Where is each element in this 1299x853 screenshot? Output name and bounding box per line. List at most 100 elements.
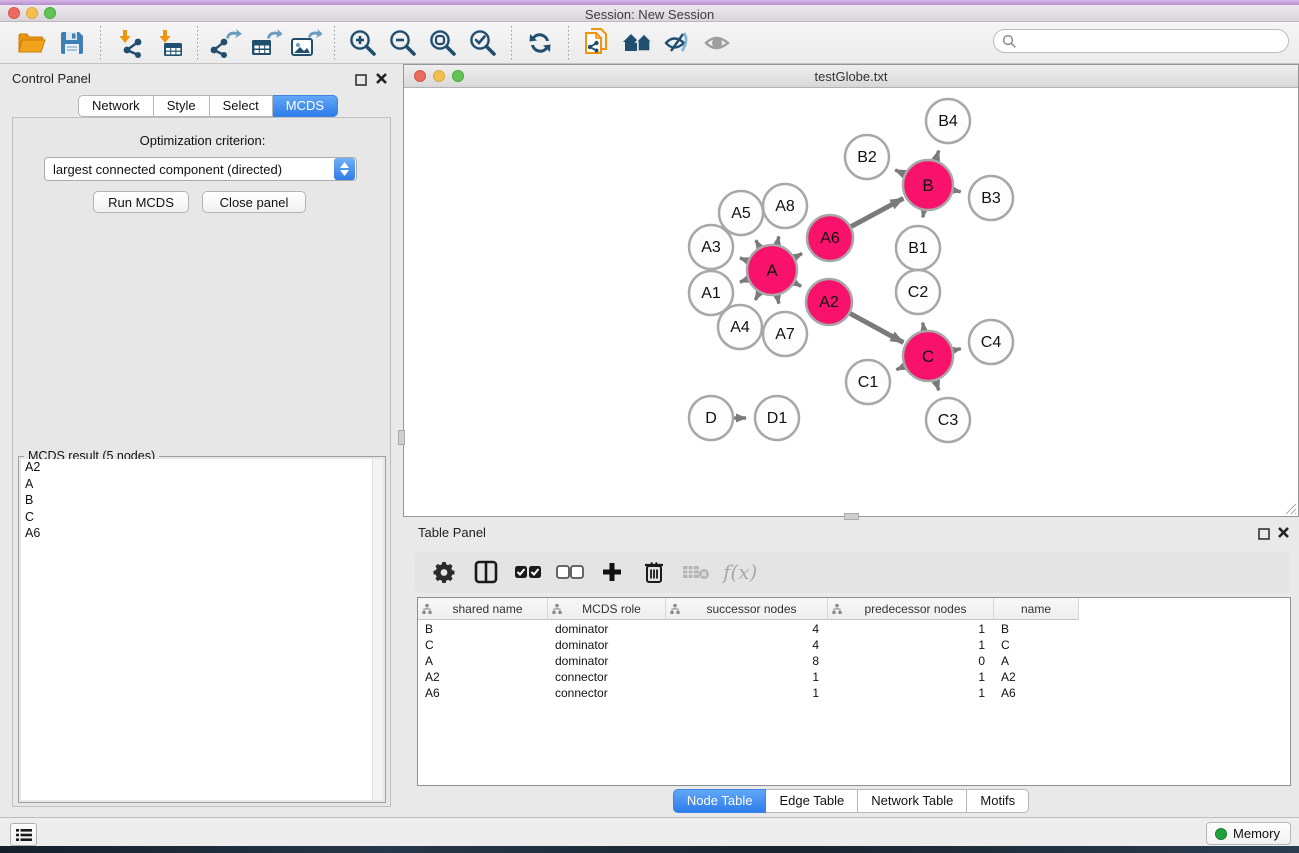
column-header-shared-name[interactable]: shared name <box>418 598 548 620</box>
table-cell[interactable]: connector <box>548 670 666 684</box>
task-history-button[interactable] <box>10 823 37 846</box>
node-B[interactable]: B <box>903 160 953 210</box>
edge-A-A3[interactable] <box>740 258 748 261</box>
edge-A-A7[interactable] <box>777 295 779 303</box>
table-cell[interactable]: 1 <box>666 670 828 684</box>
edge-A-A6[interactable] <box>795 253 802 257</box>
table-cell[interactable]: A6 <box>418 686 548 700</box>
node-D[interactable]: D <box>689 396 733 440</box>
table-cell[interactable]: 0 <box>828 654 994 668</box>
table-cell[interactable]: 4 <box>666 638 828 652</box>
edge-B-B3[interactable] <box>953 190 960 191</box>
open-session-icon[interactable] <box>14 25 50 61</box>
control-panel-float-icon[interactable] <box>355 73 368 86</box>
control-panel-close-icon[interactable] <box>375 72 388 85</box>
result-list-item[interactable]: B <box>21 492 372 509</box>
node-B1[interactable]: B1 <box>896 226 940 270</box>
tab-style[interactable]: Style <box>154 95 210 117</box>
tab-network-table[interactable]: Network Table <box>858 789 967 813</box>
node-B2[interactable]: B2 <box>845 135 889 179</box>
close-panel-button[interactable]: Close panel <box>202 191 306 213</box>
table-cell[interactable]: 4 <box>666 622 828 636</box>
gear-icon[interactable] <box>426 554 462 590</box>
table-cell[interactable]: dominator <box>548 654 666 668</box>
table-panel-float-icon[interactable] <box>1258 527 1271 540</box>
node-A2[interactable]: A2 <box>806 279 852 325</box>
table-cell[interactable]: A2 <box>994 670 1079 684</box>
edge-A6-B[interactable] <box>851 198 903 226</box>
criterion-dropdown[interactable]: largest connected component (directed) <box>44 157 357 181</box>
edge-A-A8[interactable] <box>777 236 779 244</box>
column-header-mcds-role[interactable]: MCDS role <box>548 598 666 620</box>
node-A6[interactable]: A6 <box>807 215 853 261</box>
table-cell[interactable]: A2 <box>418 670 548 684</box>
table-row[interactable]: A2connector11A2 <box>418 669 1290 685</box>
horizontal-splitter-handle[interactable] <box>844 513 859 520</box>
table-cell[interactable]: 1 <box>828 638 994 652</box>
function-builder-icon[interactable]: f(x) <box>717 560 763 584</box>
show-hide-view-icon[interactable] <box>699 25 735 61</box>
run-mcds-button[interactable]: Run MCDS <box>93 191 189 213</box>
columns-icon[interactable] <box>468 554 504 590</box>
import-table-icon[interactable] <box>151 25 187 61</box>
table-cell[interactable]: dominator <box>548 638 666 652</box>
table-cell[interactable]: 1 <box>828 622 994 636</box>
table-cell[interactable]: B <box>418 622 548 636</box>
node-A8[interactable]: A8 <box>763 184 807 228</box>
result-list-item[interactable]: A2 <box>21 459 372 476</box>
table-cell[interactable]: 1 <box>828 686 994 700</box>
edge-B-B1[interactable] <box>923 211 924 218</box>
node-A[interactable]: A <box>747 245 797 295</box>
result-list-item[interactable]: C <box>21 509 372 526</box>
node-A3[interactable]: A3 <box>689 225 733 269</box>
edge-C-C1[interactable] <box>896 366 904 369</box>
table-row[interactable]: A6connector11A6 <box>418 685 1290 701</box>
result-list-item[interactable]: A6 <box>21 525 372 542</box>
edge-B-B2[interactable] <box>895 170 904 174</box>
node-A5[interactable]: A5 <box>719 191 763 235</box>
edge-A-A1[interactable] <box>740 279 748 282</box>
result-list-item[interactable]: A <box>21 476 372 493</box>
zoom-in-icon[interactable] <box>345 25 381 61</box>
delete-icon[interactable] <box>636 554 672 590</box>
resize-grip-icon[interactable] <box>1285 503 1297 515</box>
table-cell[interactable]: 1 <box>828 670 994 684</box>
import-network-icon[interactable] <box>111 25 147 61</box>
select-all-icon[interactable] <box>510 554 546 590</box>
edge-B-B4[interactable] <box>936 151 939 161</box>
search-input[interactable] <box>1017 31 1288 51</box>
network-graph[interactable]: B4B2BB3A5A8A6A3B1AA1C2A2A4A7C4CC1DD1C3 <box>404 88 1298 516</box>
node-table[interactable]: shared nameMCDS rolesuccessor nodesprede… <box>417 597 1291 786</box>
column-header-name[interactable]: name <box>994 598 1079 620</box>
node-C3[interactable]: C3 <box>926 398 970 442</box>
node-B3[interactable]: B3 <box>969 176 1013 220</box>
edge-A2-C[interactable] <box>850 313 903 342</box>
save-session-icon[interactable] <box>54 25 90 61</box>
home-views-icon[interactable] <box>619 25 655 61</box>
node-C1[interactable]: C1 <box>846 360 890 404</box>
table-row[interactable]: Bdominator41B <box>418 621 1290 637</box>
edge-A-A2[interactable] <box>795 283 801 287</box>
zoom-out-icon[interactable] <box>385 25 421 61</box>
network-window-titlebar[interactable]: testGlobe.txt <box>404 65 1298 88</box>
search-field[interactable] <box>993 29 1289 53</box>
node-C[interactable]: C <box>903 331 953 381</box>
table-cell[interactable]: B <box>994 622 1079 636</box>
table-cell[interactable]: A <box>994 654 1079 668</box>
table-cell[interactable]: connector <box>548 686 666 700</box>
toggle-graphics-details-icon[interactable] <box>659 25 695 61</box>
mcds-result-list[interactable]: A2ABCA6 <box>21 459 372 800</box>
table-cell[interactable]: C <box>418 638 548 652</box>
deselect-all-icon[interactable] <box>552 554 588 590</box>
zoom-fit-icon[interactable] <box>425 25 461 61</box>
node-B4[interactable]: B4 <box>926 99 970 143</box>
edge-C-C3[interactable] <box>936 381 939 391</box>
node-C4[interactable]: C4 <box>969 320 1013 364</box>
tab-network[interactable]: Network <box>78 95 154 117</box>
table-cell[interactable]: C <box>994 638 1079 652</box>
edge-C-C2[interactable] <box>923 323 924 331</box>
edge-C-C4[interactable] <box>953 349 960 351</box>
table-cell[interactable]: 1 <box>666 686 828 700</box>
node-A7[interactable]: A7 <box>763 312 807 356</box>
tab-select[interactable]: Select <box>210 95 273 117</box>
